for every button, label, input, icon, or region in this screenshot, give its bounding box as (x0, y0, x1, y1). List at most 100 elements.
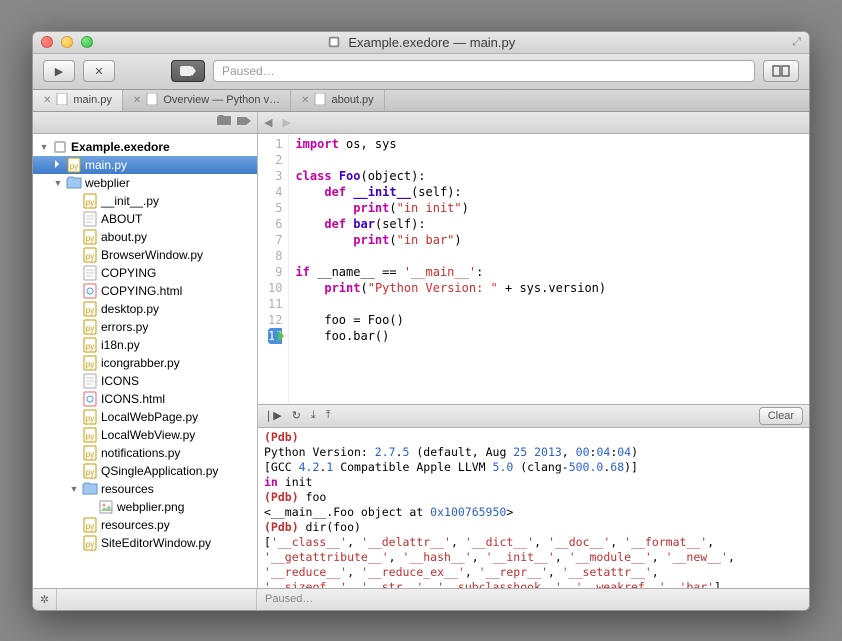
clear-button[interactable]: Clear (759, 407, 803, 425)
svg-text:py: py (86, 252, 94, 261)
step-over-button[interactable]: ⤓ (311, 409, 316, 422)
line-number[interactable]: 11 (268, 296, 282, 312)
code-line[interactable] (295, 296, 606, 312)
disclosure-icon[interactable]: ▼ (53, 178, 63, 188)
code-line[interactable]: print("in bar") (295, 232, 606, 248)
close-window-button[interactable] (41, 36, 53, 48)
tree-item[interactable]: pynotifications.py (33, 444, 257, 462)
file-tree[interactable]: ▼ Example.exedore pymain.py▼webplierpy__… (33, 134, 257, 588)
tab[interactable]: ✕main.py (33, 90, 123, 111)
tree-item[interactable]: pyabout.py (33, 228, 257, 246)
line-number[interactable]: 6 (268, 216, 282, 232)
folder-icon[interactable] (217, 115, 231, 130)
tree-item[interactable]: pySiteEditorWindow.py (33, 534, 257, 552)
step-out-button[interactable]: ⤒ (326, 409, 331, 422)
tree-item[interactable]: pyLocalWebView.py (33, 426, 257, 444)
restart-button[interactable]: ↻ (292, 409, 301, 422)
tab[interactable]: ✕about.py (291, 90, 385, 111)
tree-item[interactable]: ▼resources (33, 480, 257, 498)
debug-console[interactable]: (Pdb)Python Version: 2.7.5 (default, Aug… (258, 428, 809, 588)
main-toolbar: ▶ ✕ Paused… (33, 54, 809, 90)
tree-item[interactable]: COPYING (33, 264, 257, 282)
code-line[interactable] (295, 152, 606, 168)
app-window: Example.exedore — main.py ⤢ ▶ ✕ Paused… … (32, 31, 810, 611)
status-field[interactable]: Paused… (213, 60, 755, 82)
tree-item[interactable]: webplier.png (33, 498, 257, 516)
code-line[interactable] (295, 248, 606, 264)
code-line[interactable]: print("Python Version: " + sys.version) (295, 280, 606, 296)
tree-item[interactable]: py__init__.py (33, 192, 257, 210)
tree-root-label: Example.exedore (71, 140, 170, 154)
tree-item[interactable]: pyQSingleApplication.py (33, 462, 257, 480)
line-number[interactable]: 13 (268, 328, 282, 344)
line-number[interactable]: 4 (268, 184, 282, 200)
line-number[interactable]: 8 (268, 248, 282, 264)
tree-item[interactable]: pydesktop.py (33, 300, 257, 318)
py-icon: py (82, 301, 98, 317)
disclosure-icon[interactable] (53, 160, 63, 170)
code-line[interactable]: if __name__ == '__main__': (295, 264, 606, 280)
zoom-window-button[interactable] (81, 36, 93, 48)
tree-item[interactable]: ICONS (33, 372, 257, 390)
settings-gear-icon[interactable]: ✲ (33, 589, 57, 610)
close-tab-icon[interactable]: ✕ (133, 95, 141, 106)
continue-button[interactable]: ❘▶ (264, 409, 282, 422)
code-line[interactable]: foo.bar() (295, 328, 606, 344)
py-icon: py (82, 229, 98, 245)
tree-item-label: resources.py (101, 518, 170, 532)
library-button[interactable] (763, 60, 799, 82)
code-editor[interactable]: 12345678910111213 import os, sys class F… (258, 134, 809, 404)
line-number[interactable]: 12 (268, 312, 282, 328)
run-button[interactable]: ▶ (43, 60, 75, 82)
line-number[interactable]: 9 (268, 264, 282, 280)
tree-item[interactable]: pyBrowserWindow.py (33, 246, 257, 264)
nav-forward-icon[interactable]: ▶ (282, 116, 290, 129)
tree-item[interactable]: pymain.py (33, 156, 257, 174)
line-number[interactable]: 10 (268, 280, 282, 296)
code-content[interactable]: import os, sys class Foo(object): def __… (289, 134, 612, 404)
tree-item[interactable]: pyicongrabber.py (33, 354, 257, 372)
tree-item[interactable]: pyerrors.py (33, 318, 257, 336)
close-tab-icon[interactable]: ✕ (43, 95, 51, 106)
minimize-window-button[interactable] (61, 36, 73, 48)
tree-item-label: webplier.png (117, 500, 184, 514)
tree-item[interactable]: pyresources.py (33, 516, 257, 534)
tag-icon[interactable] (237, 115, 251, 130)
titlebar[interactable]: Example.exedore — main.py ⤢ (33, 32, 809, 54)
code-line[interactable]: class Foo(object): (295, 168, 606, 184)
disclosure-icon[interactable]: ▼ (69, 484, 79, 494)
stop-button[interactable]: ✕ (83, 60, 115, 82)
line-number[interactable]: 3 (268, 168, 282, 184)
tree-item[interactable]: pyi18n.py (33, 336, 257, 354)
code-line[interactable]: def bar(self): (295, 216, 606, 232)
disclosure-icon[interactable]: ▼ (39, 142, 49, 152)
code-line[interactable]: foo = Foo() (295, 312, 606, 328)
tree-item[interactable]: COPYING.html (33, 282, 257, 300)
line-number[interactable]: 1 (268, 136, 282, 152)
tree-root[interactable]: ▼ Example.exedore (33, 138, 257, 156)
tree-item-label: ICONS (101, 374, 139, 388)
close-tab-icon[interactable]: ✕ (301, 95, 309, 106)
code-line[interactable]: import os, sys (295, 136, 606, 152)
nav-back-icon[interactable]: ◀ (264, 116, 272, 129)
breakpoints-button[interactable] (171, 60, 205, 82)
console-line: (Pdb) foo (264, 490, 803, 505)
py-icon: py (82, 319, 98, 335)
line-number[interactable]: 5 (268, 200, 282, 216)
line-number[interactable]: 7 (268, 232, 282, 248)
file-icon (314, 93, 326, 108)
line-number[interactable]: 2 (268, 152, 282, 168)
py-icon: py (82, 193, 98, 209)
fullscreen-icon[interactable]: ⤢ (792, 36, 801, 49)
py-icon: py (66, 157, 82, 173)
code-line[interactable]: def __init__(self): (295, 184, 606, 200)
tab[interactable]: ✕Overview — Python v… (123, 90, 291, 111)
line-gutter[interactable]: 12345678910111213 (258, 134, 289, 404)
tree-item[interactable]: ABOUT (33, 210, 257, 228)
code-line[interactable]: print("in init") (295, 200, 606, 216)
tree-item[interactable]: pyLocalWebPage.py (33, 408, 257, 426)
tree-item[interactable]: ICONS.html (33, 390, 257, 408)
py-icon: py (82, 409, 98, 425)
tree-item-label: COPYING (101, 266, 156, 280)
tree-item[interactable]: ▼webplier (33, 174, 257, 192)
